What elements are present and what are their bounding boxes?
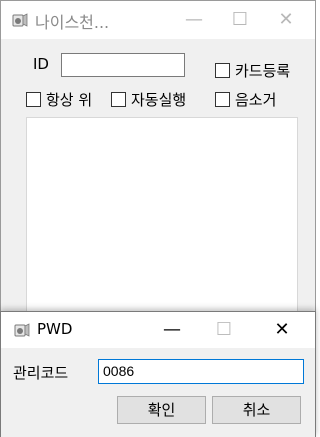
- cancel-button[interactable]: 취소: [212, 396, 301, 424]
- admin-code-label: 관리코드: [13, 364, 69, 382]
- speaker-app-icon: [14, 323, 30, 337]
- close-button[interactable]: ✕: [263, 1, 309, 39]
- auto-run-label: 자동실행: [131, 91, 187, 109]
- pwd-dialog-title: PWD: [37, 320, 73, 338]
- always-on-top-checkbox[interactable]: 항상 위: [26, 89, 92, 110]
- main-titlebar[interactable]: 나이스천... — ☐ ✕: [1, 1, 315, 39]
- mute-checkbox[interactable]: 음소거: [215, 89, 276, 110]
- always-on-top-label: 항상 위: [46, 91, 93, 109]
- auto-run-checkbox[interactable]: 자동실행: [111, 89, 186, 110]
- log-listbox[interactable]: [26, 117, 298, 317]
- mute-label: 음소거: [235, 91, 277, 109]
- speaker-app-icon: [12, 13, 28, 27]
- minimize-button[interactable]: —: [171, 1, 217, 39]
- dialog-maximize-button: ☐: [215, 319, 233, 340]
- checkbox-box: [215, 63, 230, 78]
- checkbox-box: [215, 92, 230, 107]
- dialog-minimize-button[interactable]: —: [149, 312, 195, 348]
- checkbox-box: [26, 92, 41, 107]
- card-register-checkbox[interactable]: 카드등록: [215, 60, 290, 81]
- ok-button[interactable]: 확인: [117, 396, 206, 424]
- pwd-dialog-titlebar[interactable]: PWD — ☐ ✕: [1, 312, 315, 348]
- admin-code-input[interactable]: 0086: [98, 359, 304, 384]
- id-input[interactable]: [61, 53, 185, 77]
- checkbox-box: [111, 92, 126, 107]
- dialog-close-button[interactable]: ✕: [259, 312, 305, 348]
- card-register-label: 카드등록: [235, 62, 291, 80]
- maximize-button[interactable]: ☐: [217, 1, 263, 39]
- id-label: ID: [33, 55, 49, 73]
- main-window-title: 나이스천...: [35, 13, 110, 32]
- pwd-dialog: PWD — ☐ ✕ 관리코드 0086 확인 취소: [0, 311, 316, 437]
